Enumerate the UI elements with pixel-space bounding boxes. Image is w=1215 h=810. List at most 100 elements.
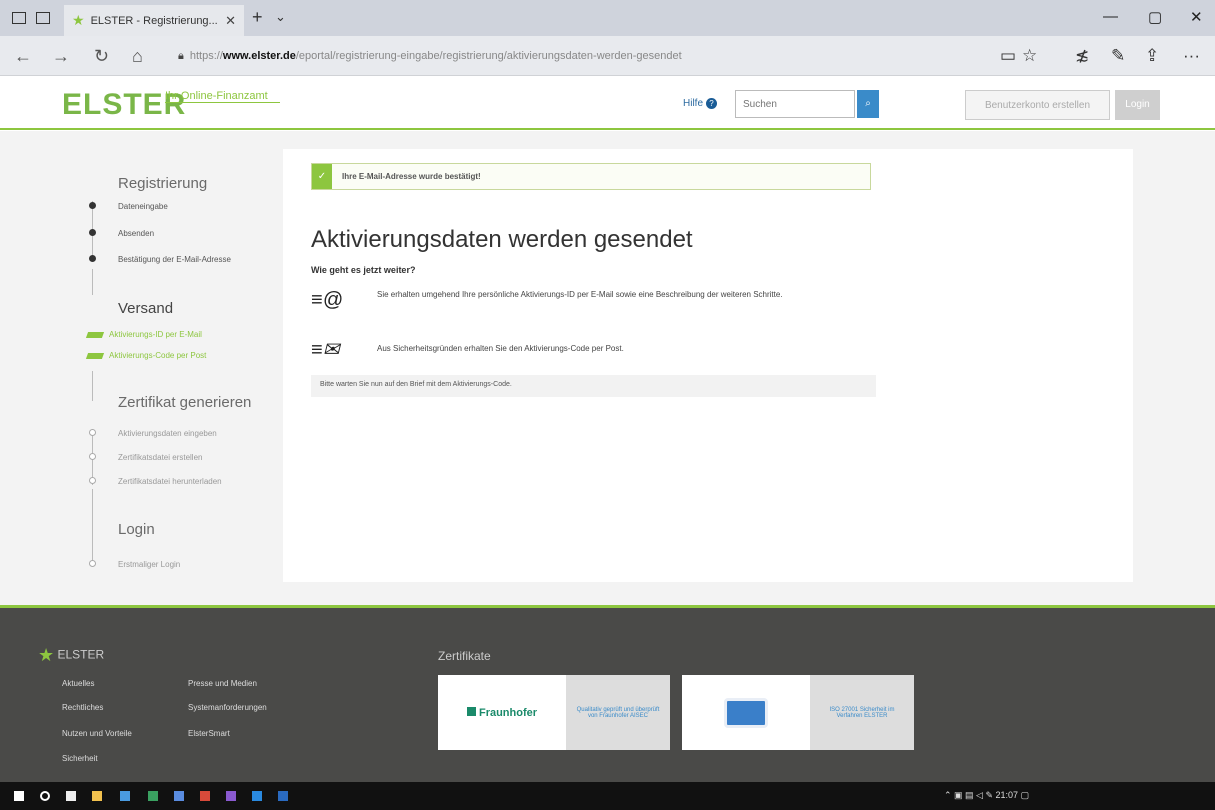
- url-prefix: https://: [189, 50, 223, 62]
- search-button[interactable]: ⌕: [857, 90, 879, 118]
- reading-view-icon[interactable]: ▭: [1000, 46, 1016, 66]
- star-favicon-icon: ★: [72, 12, 85, 28]
- step-dot-done: [89, 255, 96, 262]
- main-area: Registrierung Dateneingabe Absenden Best…: [0, 131, 1215, 605]
- logo-subtitle: Ihr Online-Finanzamt: [165, 90, 280, 103]
- back-arrow-icon[interactable]: ←: [14, 46, 32, 67]
- step-erstmaliger-login: Erstmaliger Login: [118, 560, 181, 569]
- url-path: /eportal/registrierung-eingabe/registrie…: [295, 50, 682, 62]
- more-icon[interactable]: ···: [1183, 46, 1200, 66]
- footer-link-aktuelles[interactable]: Aktuelles: [62, 679, 94, 688]
- email-at-icon: ≡@: [311, 289, 343, 311]
- address-bar: ← → ↻ ⌂ 🔒︎ https:// www.elster.de /eport…: [0, 36, 1215, 76]
- success-alert: ✓ Ihre E-Mail-Adresse wurde bestätigt!: [311, 163, 871, 190]
- notification-icon[interactable]: ▢: [1021, 790, 1030, 800]
- close-button[interactable]: ✕: [1190, 8, 1203, 26]
- question-icon: ?: [706, 98, 718, 109]
- cert2-text: ISO 27001 Sicherheit im Verfahren ELSTER: [810, 675, 914, 750]
- waiting-note: Bitte warten Sie nun auf den Brief mit d…: [311, 375, 876, 397]
- clock[interactable]: 21:07: [996, 790, 1019, 800]
- footer-link-elstersmart[interactable]: ElsterSmart: [188, 729, 230, 738]
- browser-tab[interactable]: ★ ELSTER - Registrierung... ✕: [64, 5, 244, 36]
- app-icon[interactable]: [148, 791, 158, 801]
- section-title-login: Login: [118, 521, 155, 538]
- step-absenden: Absenden: [118, 229, 155, 238]
- footer-link-rechtliches[interactable]: Rechtliches: [62, 703, 103, 712]
- step-dot-open: [89, 477, 96, 484]
- favorites-hub-icon[interactable]: ≴: [1075, 46, 1089, 66]
- footer-logo[interactable]: ★ ELSTER: [38, 645, 104, 666]
- tab-title: ELSTER - Registrierung...: [90, 14, 218, 27]
- chevron-down-icon[interactable]: ⌄: [275, 9, 286, 25]
- forward-arrow-icon[interactable]: →: [52, 46, 70, 67]
- app-icon[interactable]: [226, 791, 236, 801]
- footer-logo-text: ELSTER: [57, 647, 105, 662]
- post-info-row: ≡✉ Aus Sicherheitsgründen erhalten Sie d…: [311, 337, 867, 362]
- section-title-registrierung: Registrierung: [118, 175, 208, 192]
- search-icon: ⌕: [865, 98, 871, 109]
- section-title-versand: Versand: [118, 300, 174, 317]
- back-tabs-icon[interactable]: [36, 12, 50, 24]
- star-logo-icon: ★: [38, 645, 55, 665]
- windows-taskbar: ⌃ ▣ ▤ ◁ ✎ 21:07 ▢: [0, 782, 1215, 810]
- post-info-text: Aus Sicherheitsgründen erhalten Sie den …: [377, 344, 624, 353]
- footer-link-sicherheit[interactable]: Sicherheit: [62, 754, 98, 763]
- footer-link-presse[interactable]: Presse und Medien: [188, 679, 257, 688]
- tab-actions-icon[interactable]: [12, 12, 26, 24]
- fraunhofer-logo-text: Fraunhofer: [478, 706, 538, 719]
- new-tab-icon[interactable]: +: [252, 7, 263, 28]
- refresh-icon[interactable]: ↻: [94, 46, 109, 67]
- windows-start-icon[interactable]: [14, 791, 24, 801]
- tray-icons[interactable]: ⌃ ▣ ▤ ◁ ✎: [944, 790, 996, 800]
- browser-tab-bar: ★ ELSTER - Registrierung... ✕ + ⌄ — ▢ ✕: [0, 0, 1215, 36]
- search-circle-icon[interactable]: [40, 791, 50, 801]
- step-dot-open: [89, 453, 96, 460]
- share-icon[interactable]: ⇪: [1145, 46, 1159, 66]
- cert1-text: Qualitativ geprüft und überprüft von Fra…: [566, 675, 670, 750]
- page-title: Aktivierungsdaten werden gesendet: [311, 226, 693, 253]
- progress-sidebar: Registrierung Dateneingabe Absenden Best…: [73, 149, 283, 582]
- taskview-icon[interactable]: [66, 791, 76, 801]
- step-dot-open: [89, 429, 96, 436]
- step-dateneingabe: Dateneingabe: [118, 202, 168, 211]
- certificates-title: Zertifikate: [438, 649, 491, 663]
- url-domain: www.elster.de: [222, 50, 296, 62]
- maximize-button[interactable]: ▢: [1148, 8, 1162, 26]
- step-dot-open: [89, 560, 96, 567]
- footer-link-nutzen[interactable]: Nutzen und Vorteile: [62, 729, 132, 738]
- check-icon: ✓: [312, 164, 332, 189]
- step-email-bestaetigung: Bestätigung der E-Mail-Adresse: [118, 255, 231, 264]
- email-info-row: ≡@ Sie erhalten umgehend Ihre persönlich…: [311, 289, 867, 312]
- app-icon[interactable]: [278, 791, 288, 801]
- email-send-icon: [85, 332, 105, 338]
- cert-fraunhofer[interactable]: Fraunhofer Qualitativ geprüft und überpr…: [438, 675, 670, 750]
- progress-line: [92, 371, 93, 401]
- file-explorer-icon[interactable]: [92, 791, 102, 801]
- help-link[interactable]: Hilfe?: [683, 98, 718, 109]
- register-button[interactable]: Benutzerkonto erstellen: [965, 90, 1110, 120]
- cert-iso[interactable]: ISO 27001 Sicherheit im Verfahren ELSTER: [682, 675, 914, 750]
- envelope-icon: ≡✉: [311, 339, 340, 361]
- app-icon[interactable]: [174, 791, 184, 801]
- edge-browser-icon[interactable]: [120, 791, 130, 801]
- system-tray: ⌃ ▣ ▤ ◁ ✎ 21:07 ▢: [944, 790, 1029, 801]
- search-input[interactable]: [735, 90, 855, 118]
- success-message: Ihre E-Mail-Adresse wurde bestätigt!: [342, 172, 481, 181]
- step-dot-done: [89, 229, 96, 236]
- tab-close-icon[interactable]: ✕: [225, 13, 236, 29]
- pen-icon[interactable]: ✎: [1111, 46, 1125, 66]
- step-aktivierungs-code: Aktivierungs-Code per Post: [109, 351, 207, 360]
- minimize-button[interactable]: —: [1103, 8, 1118, 25]
- login-button[interactable]: Login: [1115, 90, 1160, 120]
- footer-link-systemanforderungen[interactable]: Systemanforderungen: [188, 703, 267, 712]
- site-footer: ★ ELSTER Aktuelles Rechtliches Nutzen un…: [0, 605, 1215, 782]
- post-send-icon: [85, 353, 105, 359]
- url-field[interactable]: 🔒︎ https:// www.elster.de /eportal/regis…: [178, 44, 968, 68]
- app-icon[interactable]: [200, 791, 210, 801]
- step-zertifikat-erstellen: Zertifikatsdatei erstellen: [118, 453, 203, 462]
- ie-icon[interactable]: [252, 791, 262, 801]
- favorite-star-icon[interactable]: ☆: [1022, 46, 1037, 66]
- site-header: ELSTER Ihr Online-Finanzamt Hilfe? ⌕ Ben…: [0, 76, 1215, 130]
- step-aktivierungsdaten: Aktivierungsdaten eingeben: [118, 429, 217, 438]
- home-icon[interactable]: ⌂: [132, 46, 143, 67]
